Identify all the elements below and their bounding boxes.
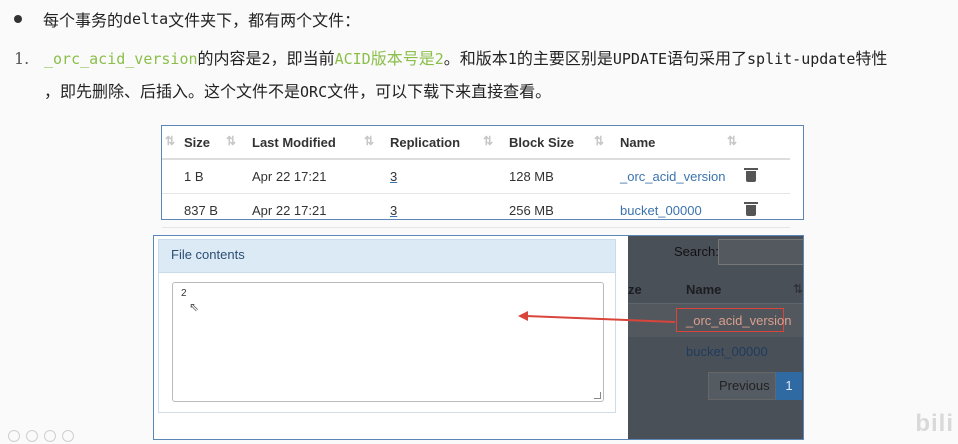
point-text-a: 的内容是 xyxy=(197,49,262,68)
point-num2b: 2 xyxy=(434,50,444,68)
point-text-c: 版本号是 xyxy=(370,49,435,68)
file-contents-screenshot: File contents 2 ⇖ Search: ze Name ⇅ _orc… xyxy=(153,235,804,440)
point-text-d: 。和版本 xyxy=(443,49,508,68)
table-header-row: ⇅ Size ⇅ Last Modified ⇅ Replication ⇅ Block… xyxy=(162,126,790,160)
table-row: 1 B Apr 22 17:21 3 128 MB _orc_acid_vers… xyxy=(162,159,790,194)
annotation-arrow-icon xyxy=(518,311,676,323)
point-num2: 2 xyxy=(261,50,271,68)
sort-icon: ⇅ xyxy=(363,134,374,148)
point-index: 1. xyxy=(14,49,30,68)
replication-link[interactable]: 3 xyxy=(390,169,397,184)
file-name-link[interactable]: _orc_acid_version xyxy=(620,169,726,184)
point1-line1: 1. _orc_acid_version的内容是2，即当前ACID版本号是2。和版… xyxy=(14,45,887,69)
header-last-modified[interactable]: Last Modified ⇅ xyxy=(244,126,382,160)
point-file: _orc_acid_version xyxy=(44,50,198,68)
cell-modified: Apr 22 17:21 xyxy=(244,159,382,194)
point-line2-a: ，即先删除、后插入。这个文件不是 xyxy=(44,82,301,101)
point-acid: ACID xyxy=(334,50,371,68)
toolbar-circle-icon[interactable] xyxy=(26,430,38,442)
cell-block-size: 256 MB xyxy=(501,193,612,228)
player-toolbar xyxy=(8,430,74,442)
file-table: ⇅ Size ⇅ Last Modified ⇅ Replication ⇅ Block… xyxy=(162,126,790,228)
sort-icon: ⇅ xyxy=(482,134,493,148)
header-block-size[interactable]: Block Size ⇅ xyxy=(501,126,612,160)
header-replication[interactable]: Replication ⇅ xyxy=(382,126,501,160)
header-size[interactable]: ⇅ Size ⇅ xyxy=(162,126,244,160)
table-row: 837 B Apr 22 17:21 3 256 MB bucket_00000 xyxy=(162,193,790,228)
cell-modified: Apr 22 17:21 xyxy=(244,193,382,228)
point-num1: 1 xyxy=(507,50,517,68)
trash-icon[interactable] xyxy=(744,168,758,182)
file-table-panel: ⇅ Size ⇅ Last Modified ⇅ Replication ⇅ Block… xyxy=(161,125,804,228)
sort-icon: ⇅ xyxy=(225,134,236,148)
point-text-g: 特性 xyxy=(855,49,888,68)
point-orc: ORC xyxy=(300,83,328,101)
point-update: UPDATE xyxy=(612,50,668,68)
bilibili-watermark: bili xyxy=(915,410,954,437)
cell-size: 837 B xyxy=(162,193,244,228)
point-line2-b: 文件，可以下载下来直接查看。 xyxy=(327,82,552,101)
toolbar-circle-icon[interactable] xyxy=(44,430,56,442)
sort-icon: ⇅ xyxy=(726,134,737,148)
bullet-line: 每个事务的 delta 文件夹下，都有两个文件： xyxy=(14,8,360,30)
bullet-dot-icon xyxy=(14,15,22,23)
point1-line2: ，即先删除、后插入。这个文件不是ORC文件，可以下载下来直接查看。 xyxy=(44,78,551,102)
point-text-f: 语句采用了 xyxy=(667,49,748,68)
bullet-text-mono: delta xyxy=(123,10,169,28)
point-text-e: 的主要区别是 xyxy=(516,49,613,68)
header-actions xyxy=(745,126,790,160)
file-name-link[interactable]: bucket_00000 xyxy=(620,203,702,218)
point-text-b: ，即当前 xyxy=(270,49,335,68)
replication-link[interactable]: 3 xyxy=(390,203,397,218)
bullet-text-a: 每个事务的 xyxy=(43,11,124,30)
cell-block-size: 128 MB xyxy=(501,159,612,194)
sort-icon: ⇅ xyxy=(165,134,176,148)
toolbar-circle-icon[interactable] xyxy=(62,430,74,442)
sort-icon: ⇅ xyxy=(593,134,604,148)
toolbar-circle-icon[interactable] xyxy=(8,430,20,442)
bullet-text-b: 文件夹下，都有两个文件： xyxy=(168,11,361,30)
point-split: split-update xyxy=(747,50,856,68)
header-name[interactable]: Name ⇅ xyxy=(612,126,745,160)
trash-icon[interactable] xyxy=(744,202,758,216)
cell-size: 1 B xyxy=(162,159,244,194)
